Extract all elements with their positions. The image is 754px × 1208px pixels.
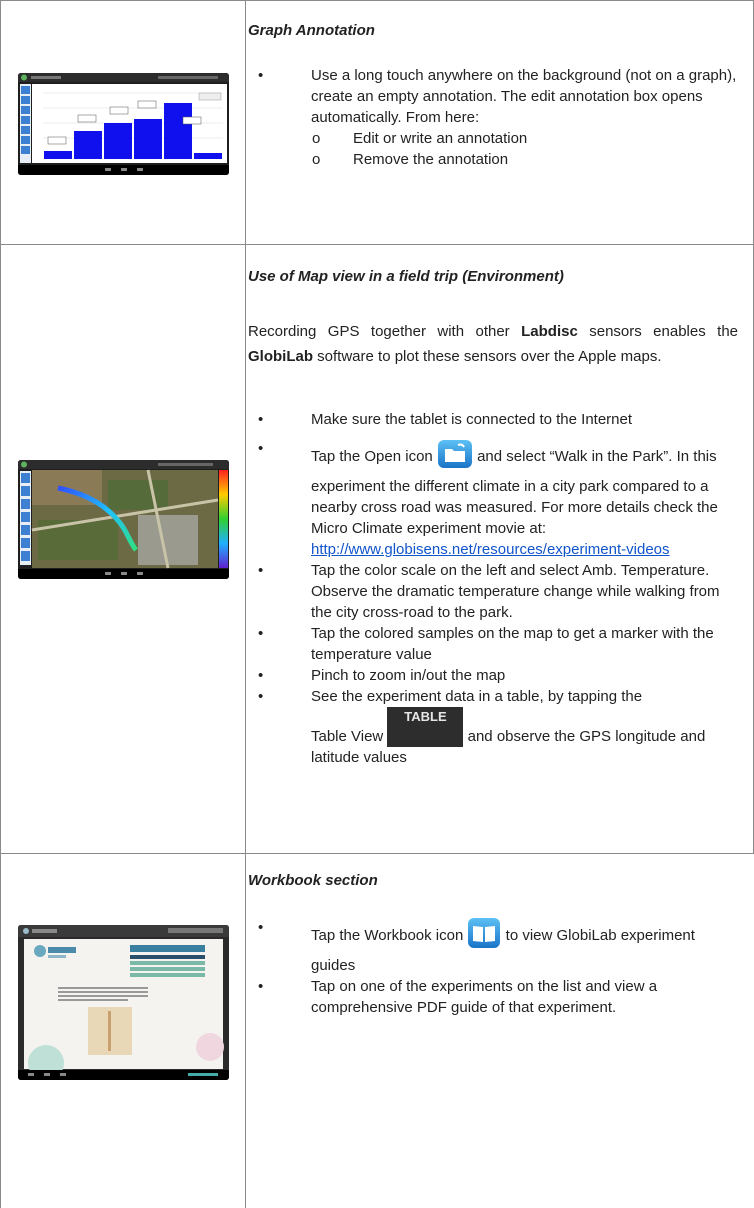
bullet-text: Tap the colored samples on the map to ge… — [311, 625, 714, 663]
row-divider — [0, 853, 754, 854]
intro-paragraph: Recording GPS together with other Labdis… — [248, 319, 738, 369]
list-item: Use a long touch anywhere on the backgro… — [248, 65, 738, 170]
bullet-text: Use a long touch anywhere on the backgro… — [311, 67, 737, 126]
workbook-icon[interactable] — [467, 917, 501, 955]
map-view-icon — [18, 460, 229, 579]
sub-list: Edit or write an annotation Remove the a… — [248, 128, 738, 170]
row-divider — [0, 0, 754, 1]
graph-screenshot-thumbnail — [18, 73, 229, 175]
workbook-screenshot-thumbnail — [18, 925, 229, 1080]
section-heading: Use of Map view in a field trip (Environ… — [248, 268, 564, 285]
table-view-button[interactable]: TABLE — [387, 707, 464, 747]
workbook-page-icon — [18, 925, 229, 1080]
list-item: Make sure the tablet is connected to the… — [248, 409, 738, 430]
bullet-text: Tap the Workbook icon — [311, 926, 468, 944]
bullet-text: See the experiment data in a table, by t… — [311, 688, 643, 705]
sub-list-item: Remove the annotation — [248, 149, 738, 170]
bullet-text: Pinch to zoom in/out the map — [311, 667, 506, 684]
list-item: Tap the Workbook icon to view GlobiLab e… — [248, 917, 738, 976]
folder-open-icon[interactable] — [437, 438, 473, 476]
list-item: See the experiment data in a table, by t… — [248, 686, 738, 768]
graph-annotation-section: Graph Annotation Use a long touch anywhe… — [248, 20, 738, 170]
intro-text: software to plot these sensors over the … — [313, 348, 662, 365]
column-divider — [245, 0, 246, 1208]
map-view-section: Use of Map view in a field trip (Environ… — [248, 266, 738, 768]
section-heading: Workbook section — [248, 872, 378, 889]
column-divider — [0, 0, 1, 1208]
list-item: Tap on one of the experiments on the lis… — [248, 976, 738, 1018]
list-item: Pinch to zoom in/out the map — [248, 665, 738, 686]
bullet-text: Table View — [311, 728, 384, 745]
bullet-list: Use a long touch anywhere on the backgro… — [248, 65, 738, 170]
intro-text: Recording GPS together with other — [248, 323, 522, 340]
bullet-text: Make sure the tablet is connected to the… — [311, 411, 633, 428]
row-divider — [0, 244, 754, 245]
globilab-term: GlobiLab — [248, 348, 313, 365]
list-item: Tap the colored samples on the map to ge… — [248, 623, 738, 665]
experiment-videos-link[interactable]: http://www.globisens.net/resources/exper… — [311, 541, 670, 558]
bullet-text: Tap on one of the experiments on the lis… — [311, 978, 658, 1016]
bullet-list: Tap the Workbook icon to view GlobiLab e… — [248, 917, 738, 1018]
map-screenshot-thumbnail — [18, 460, 229, 579]
bar-graph-icon — [18, 73, 229, 175]
list-item: Tap the color scale on the left and sele… — [248, 560, 738, 623]
workbook-section: Workbook section Tap the Workbook icon t… — [248, 870, 738, 1018]
section-heading: Graph Annotation — [248, 22, 375, 39]
labdisc-term: Labdisc — [521, 323, 578, 340]
intro-text: sensors enables the — [577, 323, 739, 340]
bullet-text: Tap the Open icon — [311, 447, 437, 465]
table-button-label: TABLE — [404, 709, 447, 724]
list-item: Tap the Open icon and select “Walk in th… — [248, 438, 738, 560]
sub-list-item: Edit or write an annotation — [248, 128, 738, 149]
bullet-list: Make sure the tablet is connected to the… — [248, 409, 738, 768]
bullet-text: Tap the color scale on the left and sele… — [311, 562, 720, 621]
